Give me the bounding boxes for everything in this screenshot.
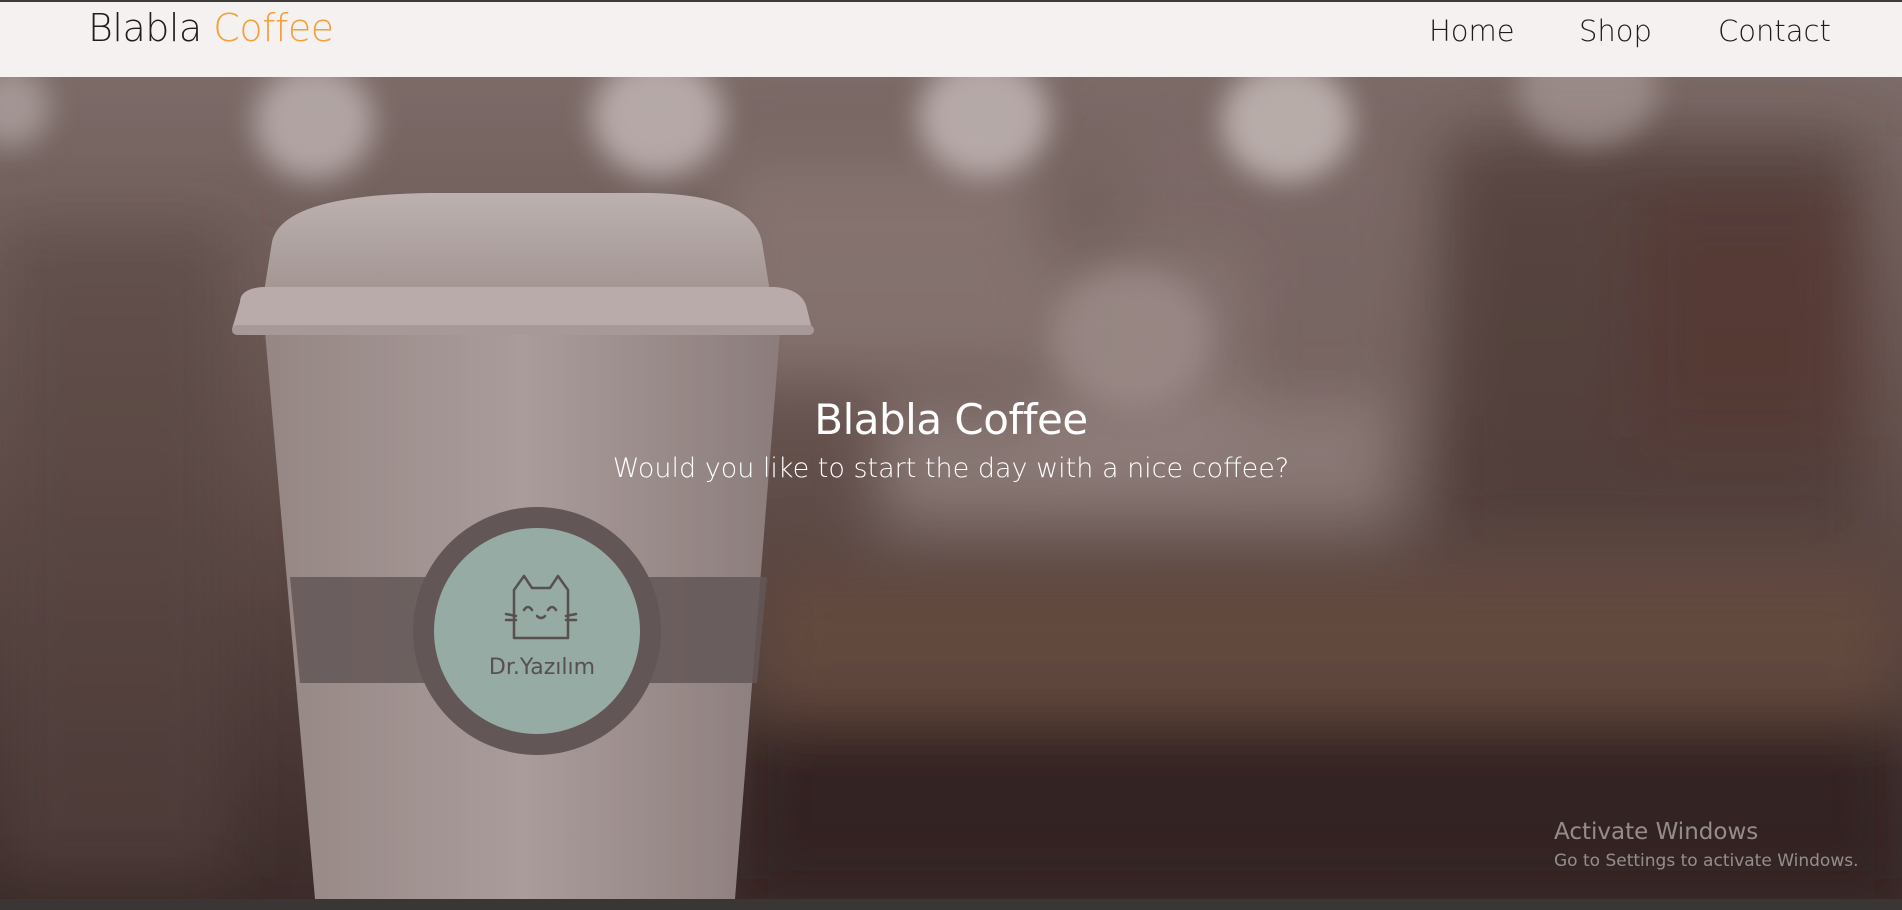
- hero-section: Dr.Yazılım Blabla Coffee Would you like …: [0, 77, 1902, 899]
- hero-overlay: [0, 77, 1902, 899]
- nav-link-home[interactable]: Home: [1429, 14, 1515, 48]
- bottom-strip: [0, 899, 1902, 910]
- watermark-subtitle: Go to Settings to activate Windows.: [1554, 851, 1859, 871]
- hero-title: Blabla Coffee: [814, 395, 1088, 444]
- nav-menu: Home Shop Contact: [0, 14, 1902, 48]
- nav-link-shop[interactable]: Shop: [1579, 14, 1652, 48]
- page: Blabla Coffee Home Shop Contact Dr.Yazıl…: [0, 0, 1902, 910]
- navbar: Blabla Coffee Home Shop Contact: [0, 2, 1902, 77]
- watermark-title: Activate Windows: [1554, 819, 1759, 845]
- windows-activation-watermark: Activate Windows Go to Settings to activ…: [1554, 818, 1859, 873]
- nav-link-contact[interactable]: Contact: [1718, 14, 1831, 48]
- hero-subtitle: Would you like to start the day with a n…: [612, 453, 1290, 484]
